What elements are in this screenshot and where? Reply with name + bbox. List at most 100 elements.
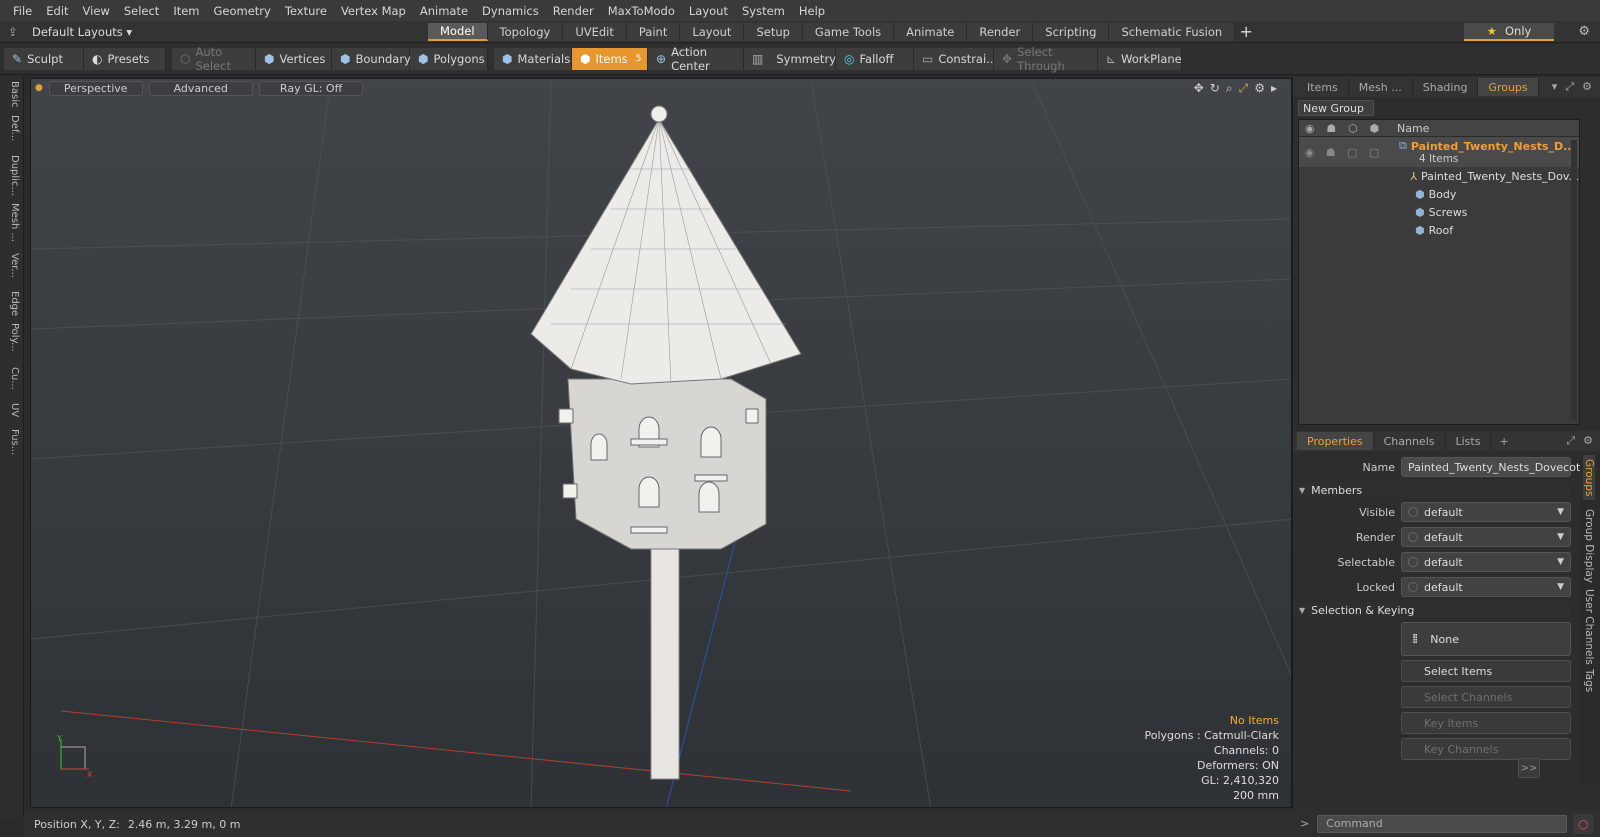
- eye-icon[interactable]: ◉: [1305, 146, 1315, 159]
- side-tab-user-channels[interactable]: User Channels: [1583, 589, 1595, 665]
- left-tab-mesh[interactable]: Mesh ...: [4, 203, 20, 242]
- more-button[interactable]: >>: [1518, 758, 1540, 778]
- presets-button[interactable]: ◐ Presets: [84, 48, 166, 70]
- menu-animate[interactable]: Animate: [413, 4, 475, 18]
- fit-icon[interactable]: ⤢: [1239, 81, 1249, 96]
- tab-lists[interactable]: Lists: [1446, 432, 1492, 450]
- key-items-button[interactable]: Key Items: [1401, 712, 1571, 734]
- select-toggle-icon[interactable]: ▢: [1347, 146, 1357, 159]
- menu-help[interactable]: Help: [792, 4, 832, 18]
- advanced-button[interactable]: Advanced: [148, 80, 253, 96]
- polygons-button[interactable]: ⬢ Polygons: [410, 48, 488, 70]
- props-gear-icon[interactable]: ⚙: [1583, 434, 1593, 448]
- group-name-field[interactable]: Painted_Twenty_Nests_Dovecote: [1401, 457, 1587, 477]
- visible-select[interactable]: default ▼: [1401, 502, 1571, 522]
- left-tab-polygon[interactable]: Poly...: [4, 323, 20, 352]
- gear-icon[interactable]: ⚙: [1578, 24, 1590, 39]
- perspective-button[interactable]: Perspective: [48, 80, 143, 96]
- zoom-icon[interactable]: ⌕: [1226, 81, 1233, 96]
- tab-paint[interactable]: Paint: [626, 22, 681, 41]
- select-through-button[interactable]: ✥ Select Through: [994, 45, 1098, 73]
- tab-setup[interactable]: Setup: [744, 22, 803, 41]
- key-channels-button[interactable]: Key Channels: [1401, 738, 1571, 760]
- tab-game-tools[interactable]: Game Tools: [802, 22, 895, 41]
- lock-toggle-icon[interactable]: ▢: [1369, 146, 1379, 159]
- tree-row[interactable]: ⅄ Painted_Twenty_Nests_Dov...: [1299, 167, 1579, 185]
- menu-select[interactable]: Select: [117, 4, 166, 18]
- tree-scrollbar[interactable]: [1571, 140, 1577, 420]
- tree-row[interactable]: ⬢ Screws: [1299, 203, 1579, 221]
- members-section[interactable]: ▼ Members: [1293, 482, 1571, 498]
- select-items-button[interactable]: Select Items: [1401, 660, 1571, 682]
- rotate-icon[interactable]: ↻: [1210, 81, 1220, 96]
- left-tab-deform[interactable]: Def...: [4, 115, 20, 141]
- 3d-viewport[interactable]: Y X ● Perspective Advanced Ray GL: Off ✥…: [30, 78, 1292, 808]
- symmetry-button[interactable]: ▥ Symmetry: [744, 48, 836, 70]
- viewport-gear-icon[interactable]: ⚙: [1254, 81, 1265, 96]
- tab-model[interactable]: Model: [428, 22, 488, 41]
- expand-icon[interactable]: ⤢: [1565, 80, 1574, 94]
- tab-shading[interactable]: Shading: [1413, 78, 1479, 96]
- tab-scripting[interactable]: Scripting: [1033, 22, 1110, 41]
- selectable-select[interactable]: default ▼: [1401, 552, 1571, 572]
- pan-icon[interactable]: ✥: [1194, 81, 1204, 96]
- boundary-button[interactable]: ⬢ Boundary: [332, 48, 411, 70]
- select-column-icon[interactable]: ⬡: [1348, 122, 1358, 135]
- menu-layout[interactable]: Layout: [682, 4, 735, 18]
- add-tab-icon[interactable]: +: [1499, 435, 1508, 448]
- workplane-button[interactable]: ⊾ WorkPlane: [1098, 48, 1182, 70]
- menu-item[interactable]: Item: [166, 4, 206, 18]
- name-column-header[interactable]: Name: [1397, 122, 1429, 135]
- tab-topology[interactable]: Topology: [487, 22, 564, 41]
- tab-channels[interactable]: Channels: [1374, 432, 1446, 450]
- menu-maxtomodo[interactable]: MaxToModo: [601, 4, 682, 18]
- side-tab-group-display[interactable]: Group Display: [1583, 509, 1595, 583]
- falloff-button[interactable]: ◎ Falloff: [836, 48, 914, 70]
- left-tab-fusion[interactable]: Fus...: [4, 429, 20, 455]
- select-channels-button[interactable]: Select Channels: [1401, 686, 1571, 708]
- selection-keying-section[interactable]: ▼ Selection & Keying: [1293, 602, 1571, 618]
- menu-render[interactable]: Render: [546, 4, 601, 18]
- command-input[interactable]: Command: [1317, 814, 1568, 833]
- materials-button[interactable]: ⬢ Materials: [494, 48, 572, 70]
- vertices-button[interactable]: ⬢Vertices1: [256, 48, 339, 70]
- lock-column-icon[interactable]: ⬢: [1369, 122, 1379, 135]
- add-tab-icon[interactable]: +: [1235, 22, 1257, 41]
- locked-select[interactable]: default ▼: [1401, 577, 1571, 597]
- tab-layout[interactable]: Layout: [680, 22, 745, 41]
- new-group-button[interactable]: New Group: [1298, 100, 1374, 116]
- panel-gear-icon[interactable]: ⚙: [1582, 80, 1592, 94]
- left-tab-edge[interactable]: Edge: [4, 291, 20, 316]
- left-tab-uv[interactable]: UV: [4, 403, 20, 417]
- expand-icon[interactable]: ⤢: [1566, 434, 1575, 448]
- menu-texture[interactable]: Texture: [278, 4, 334, 18]
- tree-row[interactable]: ⬢ Body: [1299, 185, 1579, 203]
- auto-select-button[interactable]: ⬡ Auto Select: [172, 45, 256, 73]
- tab-properties[interactable]: Properties: [1297, 432, 1374, 450]
- items-button[interactable]: ⬢ Items 5: [572, 48, 648, 70]
- render-select[interactable]: default ▼: [1401, 527, 1571, 547]
- menu-system[interactable]: System: [735, 4, 792, 18]
- tab-animate[interactable]: Animate: [894, 22, 968, 41]
- action-center-button[interactable]: ⊕ Action Center: [648, 45, 744, 73]
- sculpt-button[interactable]: ✎ Sculpt: [4, 48, 84, 70]
- menu-file[interactable]: File: [6, 4, 39, 18]
- record-icon[interactable]: ○: [1573, 813, 1594, 834]
- tab-items[interactable]: Items: [1297, 78, 1349, 96]
- dropdown-icon[interactable]: ▾: [1552, 80, 1558, 94]
- left-tab-vertex[interactable]: Ver...: [4, 253, 20, 278]
- tab-mesh[interactable]: Mesh ...: [1349, 78, 1413, 96]
- side-tab-groups[interactable]: Groups: [1583, 455, 1595, 501]
- left-tab-basic[interactable]: Basic: [4, 81, 20, 107]
- layout-selector[interactable]: ⇪ Default Layouts ▾: [8, 25, 428, 39]
- menu-view[interactable]: View: [76, 4, 117, 18]
- tab-uvedit[interactable]: UVEdit: [563, 22, 627, 41]
- only-toggle[interactable]: ★ Only: [1464, 23, 1554, 41]
- side-tab-tags[interactable]: Tags: [1583, 669, 1595, 692]
- tab-render[interactable]: Render: [967, 22, 1034, 41]
- tree-row[interactable]: ⬢ Roof: [1299, 221, 1579, 239]
- menu-dynamics[interactable]: Dynamics: [475, 4, 546, 18]
- tab-groups[interactable]: Groups: [1478, 78, 1539, 96]
- raygl-button[interactable]: Ray GL: Off: [258, 80, 364, 96]
- constraints-button[interactable]: ▭ Constrai...: [914, 48, 997, 70]
